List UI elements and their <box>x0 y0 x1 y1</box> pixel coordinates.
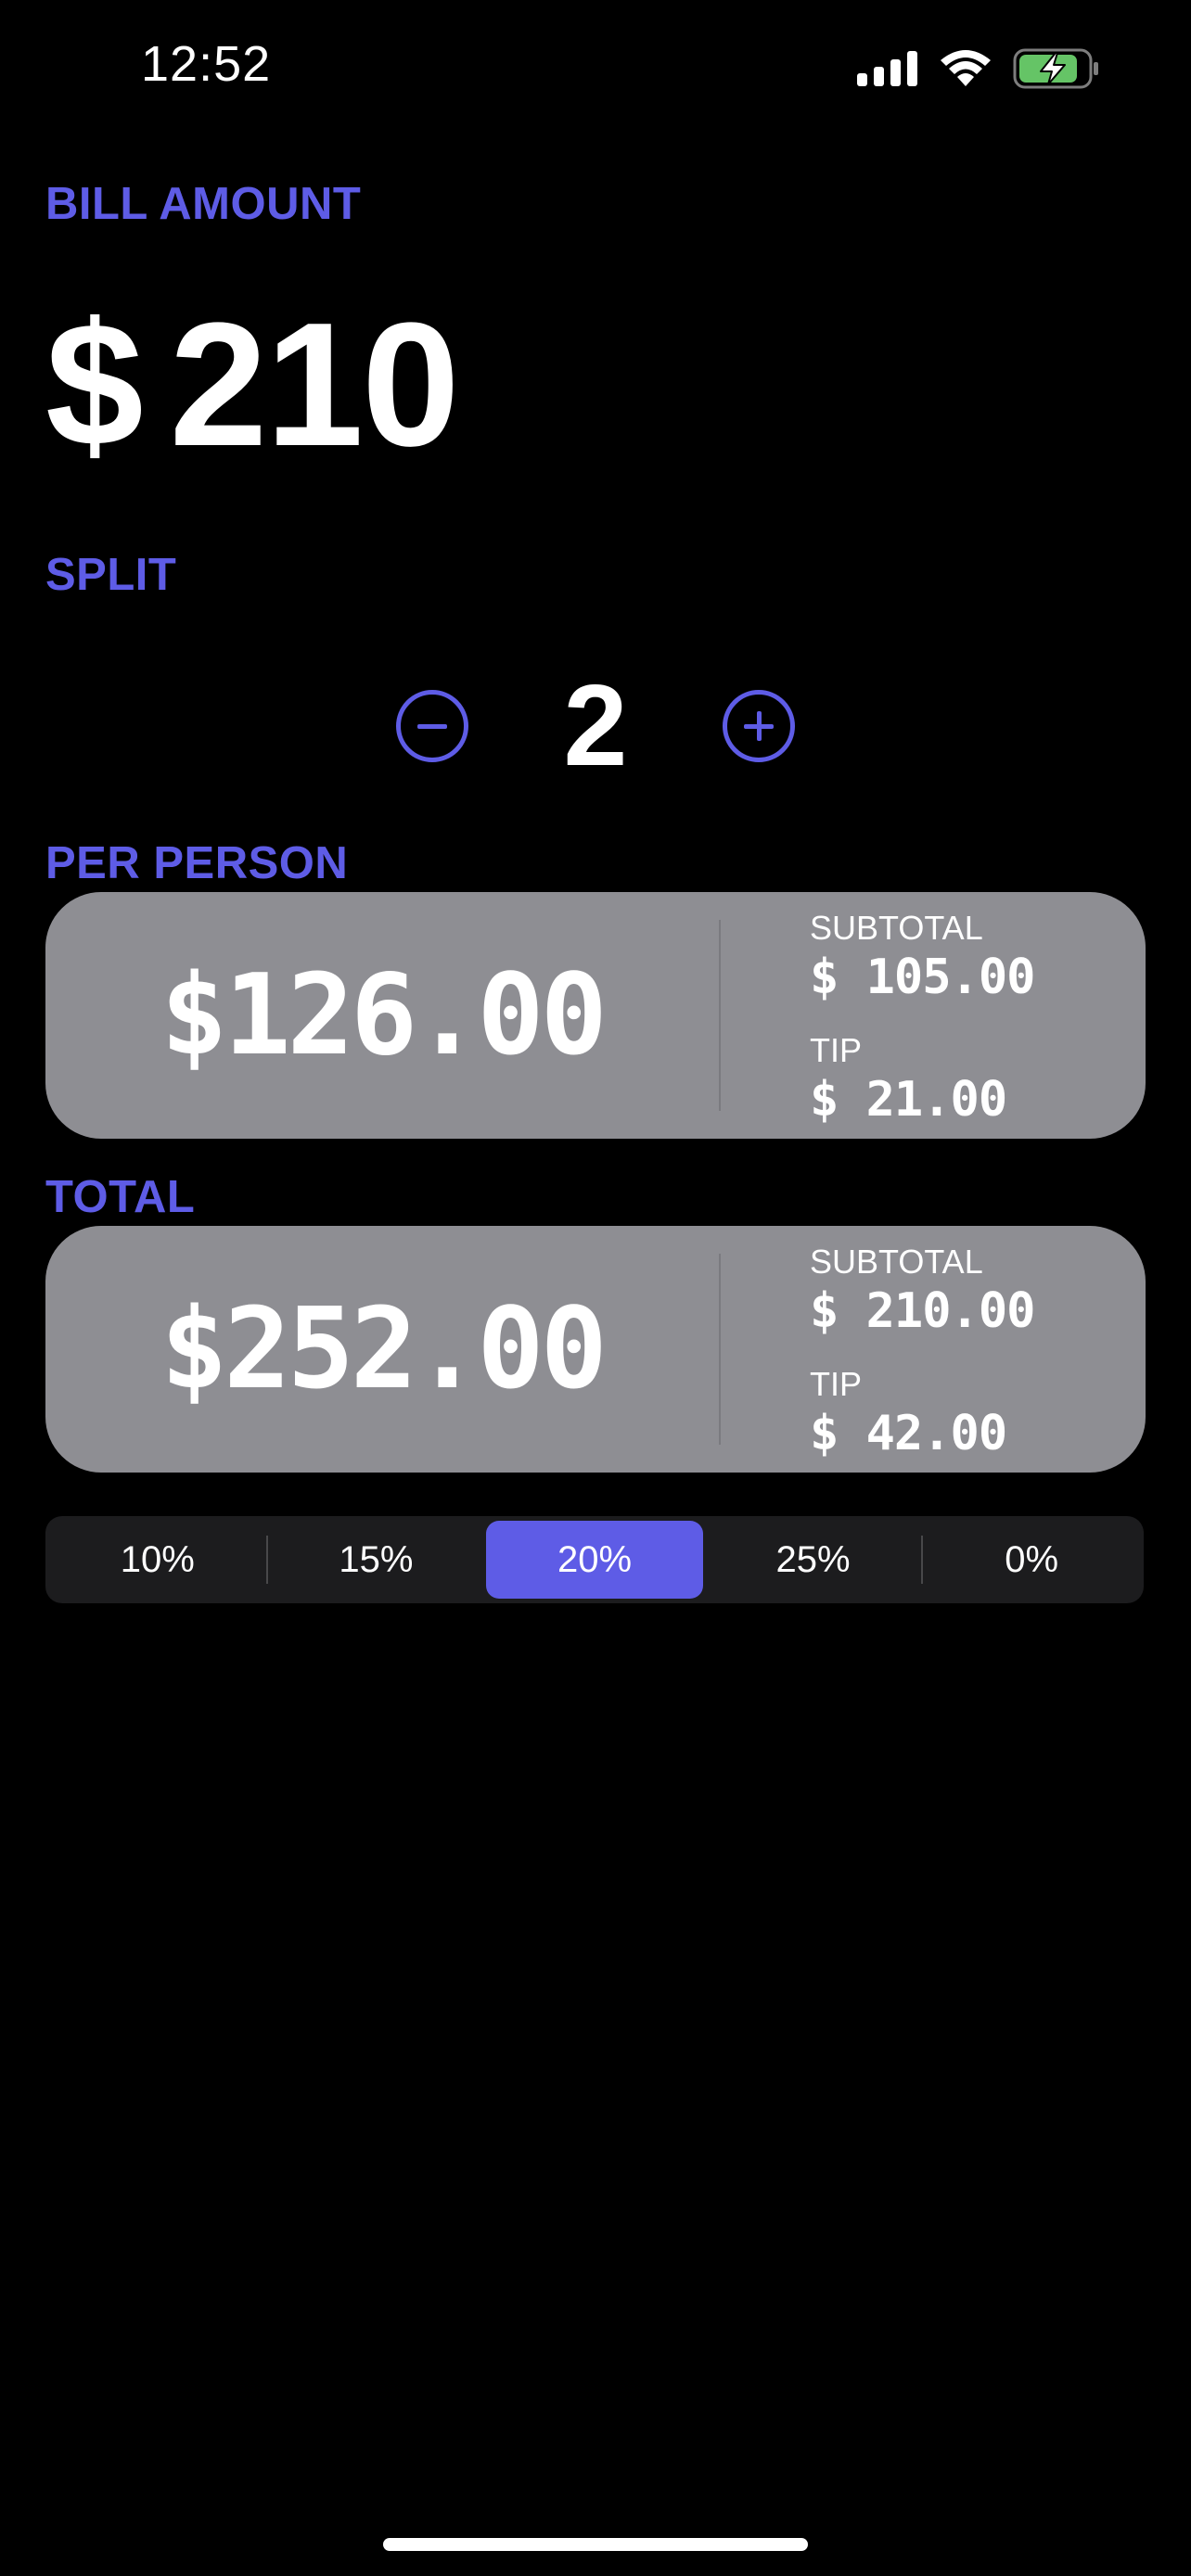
per-person-card: $126.00 SUBTOTAL $ 105.00 TIP $ 21.00 <box>45 892 1146 1139</box>
card-divider <box>719 920 721 1111</box>
bill-amount-label: BILL AMOUNT <box>45 179 362 229</box>
wifi-icon <box>939 49 992 93</box>
minus-circle-icon <box>417 723 447 729</box>
per-person-label: PER PERSON <box>45 838 349 888</box>
total-label: TOTAL <box>45 1172 196 1222</box>
tip-label: TIP <box>810 1031 863 1069</box>
battery-charging-icon <box>1013 48 1100 94</box>
tip-percentage-segmented-control: 10% 15% 20% 25% 0% <box>45 1516 1144 1603</box>
increment-split-button[interactable] <box>723 690 795 762</box>
subtotal-value: $ 105.00 <box>810 950 1035 1005</box>
per-person-subtotal: SUBTOTAL $ 105.00 <box>810 909 1035 1005</box>
split-stepper: 2 <box>0 669 1191 784</box>
tip-value: $ 21.00 <box>810 1072 1007 1128</box>
bill-amount-input[interactable]: $ 210 <box>45 287 460 483</box>
tip-value: $ 42.00 <box>810 1406 1007 1461</box>
card-divider <box>719 1254 721 1445</box>
bill-amount-value: 210 <box>169 287 460 483</box>
cellular-signal-icon <box>857 51 918 91</box>
total-amount: $252.00 <box>160 1284 608 1414</box>
decrement-split-button[interactable] <box>396 690 468 762</box>
total-tip: TIP $ 42.00 <box>810 1365 1007 1461</box>
tip-option-25[interactable]: 25% <box>705 1521 922 1599</box>
tip-option-20[interactable]: 20% <box>486 1521 703 1599</box>
tip-option-10[interactable]: 10% <box>49 1521 266 1599</box>
subtotal-value: $ 210.00 <box>810 1283 1035 1339</box>
total-subtotal: SUBTOTAL $ 210.00 <box>810 1243 1035 1339</box>
subtotal-label: SUBTOTAL <box>810 909 983 947</box>
per-person-tip: TIP $ 21.00 <box>810 1031 1007 1128</box>
status-time: 12:52 <box>141 36 272 92</box>
tip-label: TIP <box>810 1365 863 1403</box>
tip-option-15[interactable]: 15% <box>268 1521 485 1599</box>
bill-currency-symbol: $ <box>45 287 144 483</box>
split-count: 2 <box>563 662 628 790</box>
total-card: $252.00 SUBTOTAL $ 210.00 TIP $ 42.00 <box>45 1226 1146 1473</box>
tip-option-0[interactable]: 0% <box>923 1521 1140 1599</box>
home-indicator[interactable] <box>383 2538 808 2551</box>
status-icons <box>857 48 1100 94</box>
split-label: SPLIT <box>45 550 177 600</box>
subtotal-label: SUBTOTAL <box>810 1243 983 1281</box>
per-person-amount: $126.00 <box>160 950 608 1080</box>
